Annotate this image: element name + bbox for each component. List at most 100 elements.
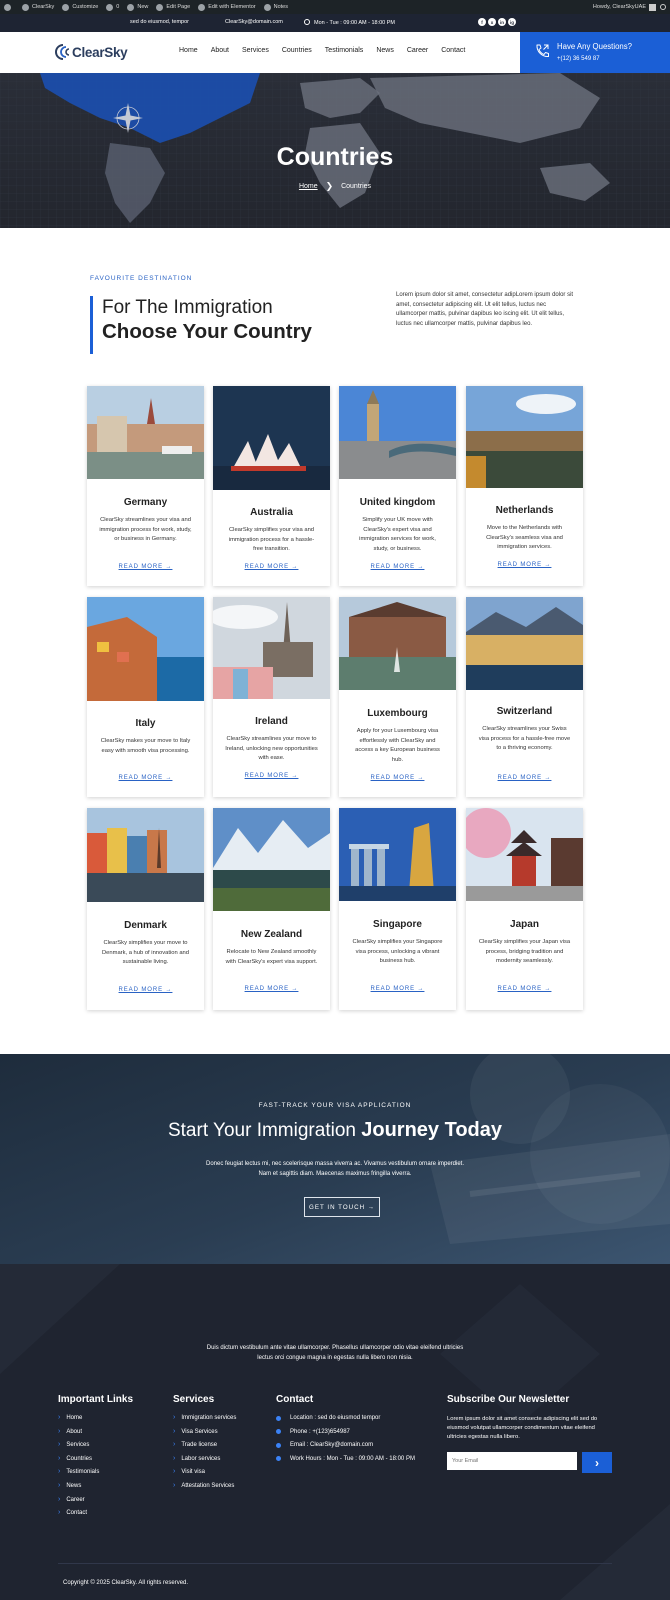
country-name[interactable]: Luxembourg: [339, 708, 456, 719]
instagram-icon[interactable]: ig: [508, 18, 516, 26]
footer-service-link[interactable]: › Visit visa: [173, 1468, 236, 1483]
footer-service-label: Attestation Services: [181, 1482, 235, 1489]
contact-location-text: Location : sed do eiusmod tempor: [290, 1415, 381, 1421]
country-name[interactable]: Netherlands: [466, 505, 583, 516]
nav-services[interactable]: Services: [242, 47, 269, 54]
contact-email[interactable]: Email : ClearSky@domain.com: [276, 1442, 415, 1456]
cta-title: Start Your Immigration Journey Today: [0, 1119, 670, 1142]
get-in-touch-button[interactable]: GET IN TOUCH →: [304, 1197, 380, 1217]
admin-item-site[interactable]: ClearSky: [22, 3, 54, 11]
topbar-hours: Mon - Tue : 09:00 AM - 18:00 PM: [304, 19, 395, 26]
contact-hours: Work Hours : Mon - Tue : 09:00 AM - 18:0…: [276, 1456, 415, 1470]
country-card[interactable]: Luxembourg Apply for your Luxembourg vis…: [339, 597, 456, 797]
contact-phone[interactable]: Phone : +(123)654987: [276, 1429, 415, 1443]
nav-news[interactable]: News: [376, 47, 394, 54]
country-card[interactable]: Germany ClearSky streamlines your visa a…: [87, 386, 204, 586]
country-image: [87, 386, 204, 479]
avatar[interactable]: [649, 3, 656, 11]
footer-link[interactable]: › News: [58, 1482, 99, 1497]
admin-item-notes[interactable]: Notes: [263, 3, 288, 11]
country-description: ClearSky simplifies your Singapore visa …: [352, 939, 443, 964]
footer-service-link[interactable]: › Visa Services: [173, 1428, 236, 1443]
read-more-link[interactable]: READ MORE →: [87, 564, 204, 570]
admin-howdy[interactable]: Howdy, ClearSkyUAE: [593, 4, 646, 10]
admin-item-label: Notes: [273, 4, 288, 10]
chevron-right-icon: ›: [173, 1414, 176, 1421]
country-card[interactable]: Denmark ClearSky simplifies your move to…: [87, 808, 204, 1010]
footer-service-link[interactable]: › Labor services: [173, 1454, 236, 1470]
footer-link[interactable]: › Countries: [58, 1455, 99, 1470]
facebook-icon[interactable]: f: [478, 18, 486, 26]
country-image: [213, 386, 330, 490]
admin-item-customize[interactable]: Customize: [62, 3, 99, 11]
footer-link[interactable]: › Contact: [58, 1509, 99, 1524]
admin-item-label: Customize: [72, 4, 99, 10]
nav-home[interactable]: Home: [179, 47, 198, 54]
read-more-link[interactable]: READ MORE →: [339, 986, 456, 992]
footer-link[interactable]: › Career: [58, 1496, 99, 1511]
country-name[interactable]: Switzerland: [466, 706, 583, 717]
admin-item-elementor[interactable]: Edit with Elementor: [198, 3, 256, 11]
chevron-right-icon: ›: [173, 1454, 176, 1462]
country-name[interactable]: Japan: [466, 919, 583, 930]
read-more-link[interactable]: READ MORE →: [213, 773, 330, 779]
linkedin-icon[interactable]: in: [498, 18, 506, 26]
country-card[interactable]: New Zealand Relocate to New Zealand smoo…: [213, 808, 330, 1010]
country-card[interactable]: Japan ClearSky simplifies your Japan vis…: [466, 808, 583, 1010]
country-name[interactable]: Ireland: [213, 716, 330, 727]
footer-link[interactable]: › About: [58, 1428, 99, 1443]
country-card[interactable]: Singapore ClearSky simplifies your Singa…: [339, 808, 456, 1010]
country-name[interactable]: Singapore: [339, 919, 456, 930]
country-name[interactable]: Italy: [87, 718, 204, 729]
country-card[interactable]: Ireland ClearSky streamlines your move t…: [213, 597, 330, 797]
search-icon[interactable]: [660, 4, 666, 10]
nav-countries[interactable]: Countries: [282, 47, 312, 54]
read-more-link[interactable]: READ MORE →: [339, 564, 456, 570]
read-more-link[interactable]: READ MORE →: [213, 986, 330, 992]
site-logo[interactable]: ClearSky: [54, 43, 128, 61]
x-twitter-icon[interactable]: x: [488, 18, 496, 26]
admin-item-new[interactable]: New: [127, 3, 148, 11]
country-name[interactable]: New Zealand: [213, 929, 330, 940]
nav-about[interactable]: About: [211, 47, 229, 54]
read-more-link[interactable]: READ MORE →: [339, 775, 456, 781]
header-call-box[interactable]: Have Any Questions? +(12) 36 549 87: [520, 32, 670, 73]
newsletter-email-input[interactable]: [447, 1452, 577, 1470]
clock-icon: [276, 1456, 281, 1462]
footer-link[interactable]: › Testimonials: [58, 1468, 99, 1483]
read-more-link[interactable]: READ MORE →: [87, 775, 204, 781]
country-name[interactable]: Germany: [87, 497, 204, 508]
footer-link[interactable]: › Home: [58, 1414, 99, 1429]
read-more-link[interactable]: READ MORE →: [466, 562, 583, 568]
nav-contact[interactable]: Contact: [441, 47, 465, 54]
envelope-icon: [276, 1442, 281, 1448]
country-name[interactable]: United kingdom: [339, 497, 456, 508]
footer-service-link[interactable]: › Attestation Services: [173, 1482, 236, 1497]
country-card[interactable]: Australia ClearSky simplifies your visa …: [213, 386, 330, 586]
read-more-link[interactable]: READ MORE →: [87, 987, 204, 993]
footer-link[interactable]: › Services: [58, 1441, 99, 1456]
footer-link-label: About: [66, 1428, 83, 1435]
country-card[interactable]: Netherlands Move to the Netherlands with…: [466, 386, 583, 586]
page-title: Countries: [276, 143, 394, 171]
cta-text: Donec feugiat lectus mi, nec scelerisque…: [206, 1161, 464, 1177]
read-more-link[interactable]: READ MORE →: [213, 564, 330, 570]
read-more-link[interactable]: READ MORE →: [466, 986, 583, 992]
footer-service-link[interactable]: › Trade license: [173, 1441, 236, 1456]
country-name[interactable]: Denmark: [87, 920, 204, 931]
admin-item-comments[interactable]: 0: [106, 3, 119, 11]
nav-testimonials[interactable]: Testimonials: [325, 47, 364, 54]
read-more-link[interactable]: READ MORE →: [466, 775, 583, 781]
wp-logo-item[interactable]: [4, 3, 14, 11]
topbar-email[interactable]: ClearSky@domain.com: [225, 19, 283, 25]
country-name[interactable]: Australia: [213, 507, 330, 518]
footer-service-link[interactable]: › Immigration services: [173, 1414, 236, 1429]
country-card[interactable]: Italy ClearSky makes your move to Italy …: [87, 597, 204, 797]
admin-item-edit-page[interactable]: Edit Page: [156, 3, 190, 11]
nav-career[interactable]: Career: [407, 47, 428, 54]
call-box-phone[interactable]: +(12) 36 549 87: [557, 56, 600, 62]
country-card[interactable]: Switzerland ClearSky streamlines your Sw…: [466, 597, 583, 797]
breadcrumb-home[interactable]: Home: [299, 183, 318, 190]
newsletter-submit-button[interactable]: ›: [582, 1452, 612, 1473]
country-card[interactable]: United kingdom Simplify your UK move wit…: [339, 386, 456, 586]
